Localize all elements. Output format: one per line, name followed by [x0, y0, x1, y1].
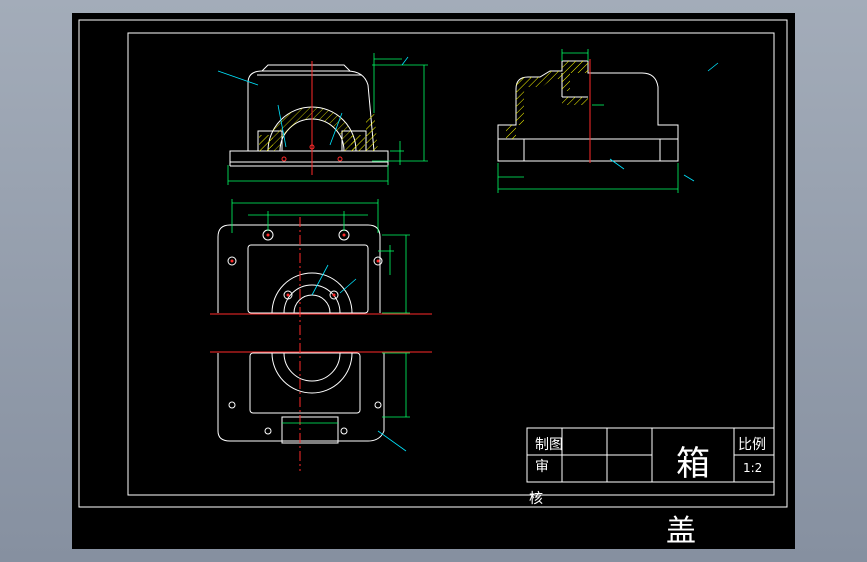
- outer-frame: [78, 19, 788, 508]
- inner-frame: [127, 32, 775, 496]
- drawing-canvas: 制图 审 核 箱 盖 比例 1:2: [78, 19, 788, 549]
- top-view-lower: [217, 352, 385, 444]
- drawn-label: 制图: [535, 437, 563, 453]
- side-view: [497, 60, 679, 162]
- title-block: [526, 427, 775, 483]
- part-name-line1: 箱: [676, 444, 710, 484]
- cad-viewport[interactable]: 制图 审 核 箱 盖 比例 1:2: [72, 13, 795, 549]
- approved-label: 核: [529, 491, 543, 507]
- scale-label: 比例: [738, 437, 766, 453]
- scale-value: 1:2: [743, 461, 762, 475]
- part-name-line2: 盖: [666, 514, 696, 549]
- top-view-lower-leader: [377, 430, 407, 452]
- top-view-upper-dims: [231, 199, 410, 314]
- side-hatch-flange: [562, 97, 588, 105]
- side-hatch-rib: [562, 61, 588, 91]
- front-hatch-rib: [366, 111, 378, 151]
- side-leaders: [609, 62, 719, 182]
- side-hatch-web: [506, 71, 562, 139]
- top-view-upper-centers: [230, 233, 380, 297]
- checked-label: 审: [535, 459, 549, 475]
